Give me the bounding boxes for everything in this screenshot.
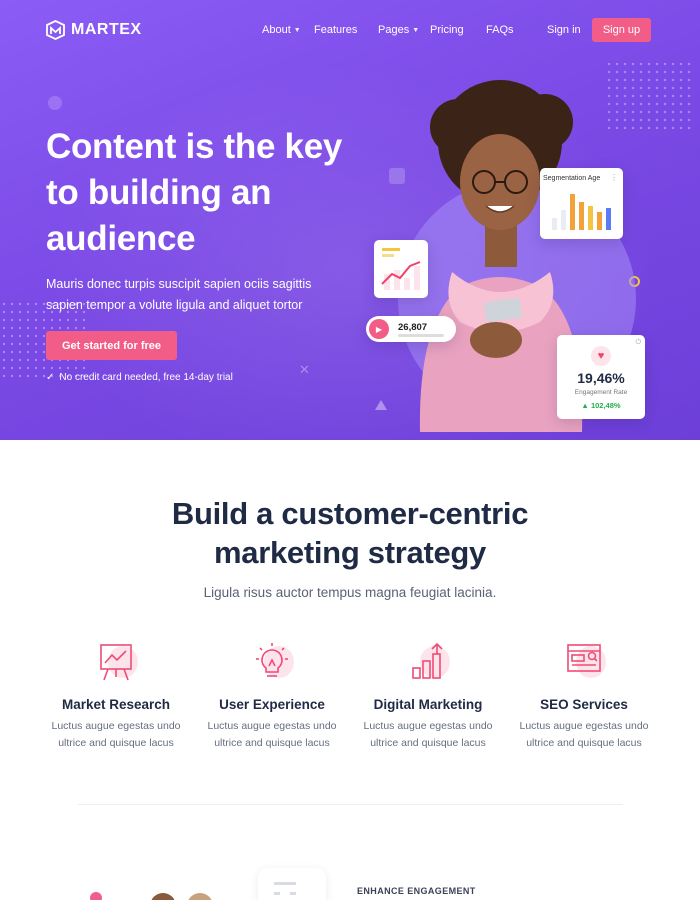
play-progress-bar [398,334,444,337]
logo-text: MARTEX [71,21,142,38]
feature-user-experience: User Experience Luctus augue egestas und… [202,640,342,752]
section-subtitle: Ligula risus auctor tempus magna feugiat… [203,585,497,600]
feature-title: Digital Marketing [373,697,483,712]
get-started-button[interactable]: Get started for free [46,331,177,360]
feature-text-line2: ultrice and quisque lacus [58,737,174,749]
feature-title: Market Research [61,697,171,712]
decorative-circle [48,96,62,110]
nav-about[interactable]: About ▼ [262,24,301,36]
feature-text-line1: Luctus augue egestas undo [51,720,181,732]
nav-faqs-label: FAQs [486,24,514,36]
feature-title: SEO Services [540,697,628,712]
preview-card [258,868,326,900]
power-icon: ⏻ [635,339,641,346]
nav-features-label: Features [314,24,358,36]
checkmark-icon: ✓ [46,372,55,383]
decorative-x-icon: ✕ [299,362,310,377]
engagement-delta-value: 102,48% [590,401,621,410]
feature-text: Luctus augue egestas undo ultrice and qu… [46,718,186,752]
growth-bars-icon [398,640,458,688]
nav-pages-label: Pages [378,24,410,36]
video-play-card[interactable]: ▶ 26,807 [366,316,456,342]
feature-digital-marketing: Digital Marketing Luctus augue egestas u… [358,640,498,752]
feature-market-research: Market Research Luctus augue egestas und… [46,640,186,752]
nav-faqs[interactable]: FAQs [486,24,514,36]
nav-pages[interactable]: Pages ▼ [378,24,419,36]
feature-text-line1: Luctus augue egestas undo [363,720,493,732]
feature-text-line2: ultrice and quisque lacus [370,737,486,749]
heart-icon: ♥ [591,346,611,366]
avatar [187,893,213,900]
easel-chart-icon [86,640,146,688]
section-divider [78,804,623,805]
browser-search-icon [554,640,614,688]
hero-subtext: Mauris donec turpis suscipit sapien ocii… [46,277,312,312]
section-title: Build a customer-centric marketing strat… [0,494,700,572]
sign-up-button[interactable]: Sign up [592,18,651,42]
feature-text-line2: ultrice and quisque lacus [526,737,642,749]
arrow-up-icon: ▲ [581,401,589,410]
play-count: 26,807 [398,322,428,333]
nav-features[interactable]: Features [314,24,357,36]
nav-about-label: About [262,24,291,36]
section-eyebrow: ENHANCE ENGAGEMENT [357,886,476,896]
logo[interactable]: MARTEX [46,20,142,40]
feature-text-line2: ultrice and quisque lacus [214,737,330,749]
age-bar-chart [552,194,611,230]
feature-text: Luctus augue egestas undo ultrice and qu… [202,718,342,752]
logo-mark-icon [46,20,65,40]
trial-note: ✓ No credit card needed, free 14-day tri… [46,372,233,383]
hero-section: ✕ MARTEX About ▼ Features Pages ▼ Pricin… [0,0,700,440]
dot-pattern-right [605,60,695,130]
chevron-down-icon: ▼ [412,26,420,34]
nav-pricing-label: Pricing [430,24,464,36]
trend-line-icon [381,248,421,290]
trial-note-text: No credit card needed, free 14-day trial [59,372,233,383]
feature-text: Luctus augue egestas undo ultrice and qu… [514,718,654,752]
sign-in-link[interactable]: Sign in [547,24,581,36]
play-icon[interactable]: ▶ [369,319,389,339]
feature-seo-services: SEO Services Luctus augue egestas undo u… [514,640,654,752]
engagement-label: Engagement Rate [574,389,628,396]
feature-text-line1: Luctus augue egestas undo [519,720,649,732]
decorative-dot [90,892,102,900]
avatar [150,893,176,900]
section-title-line2: marketing strategy [214,535,486,570]
decorative-triangle [375,400,387,410]
hero-headline: Content is the key to building an audien… [46,127,343,258]
engagement-rate-card: ⏻ ♥ 19,46% Engagement Rate ▲ 102,48% [557,335,645,419]
segmentation-age-title: Segmentation Age [543,175,601,182]
section-title-line1: Build a customer-centric [171,496,529,531]
lightbulb-icon [242,640,302,688]
feature-text-line1: Luctus augue egestas undo [207,720,337,732]
engagement-value: 19,46% [577,370,625,386]
nav-pricing[interactable]: Pricing [430,24,464,36]
engagement-delta: ▲ 102,48% [557,401,645,410]
segmentation-age-card: Segmentation Age ⋮ [540,168,623,239]
more-vertical-icon: ⋮ [610,173,618,182]
feature-text: Luctus augue egestas undo ultrice and qu… [358,718,498,752]
chevron-down-icon: ▼ [293,26,301,34]
trend-chart-card [374,240,428,298]
feature-title: User Experience [219,697,325,712]
